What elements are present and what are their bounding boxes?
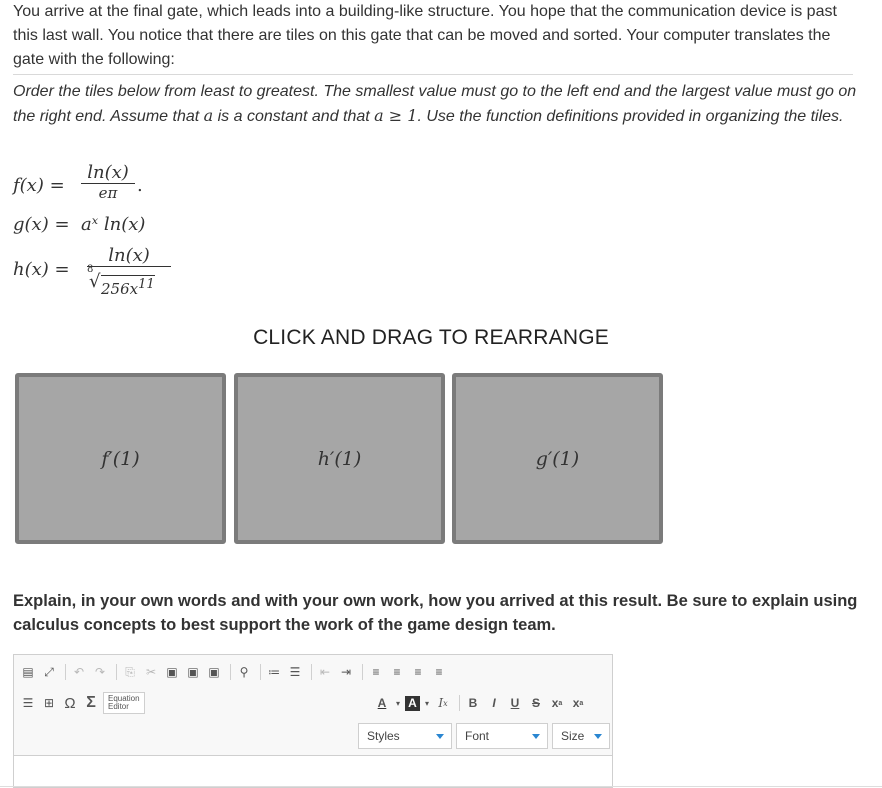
function-h: h(x) = ln(x) 8 √ 256x11 [13, 245, 213, 305]
toolbar-separator [116, 664, 117, 680]
divider [13, 74, 853, 75]
equation-editor-line-2: Editor [108, 702, 129, 711]
function-h-fraction: ln(x) 8 √ 256x11 [87, 245, 171, 298]
undo-icon[interactable]: ↶ [70, 663, 88, 681]
function-f-lhs: f(x) = [13, 175, 65, 196]
radicand-exponent: 11 [138, 277, 155, 292]
cut-icon[interactable]: ✂ [142, 663, 160, 681]
function-h-denominator: 8 √ 256x11 [87, 264, 171, 298]
subscript-icon[interactable]: xa [548, 694, 566, 712]
font-label: Font [465, 729, 490, 743]
redo-icon[interactable]: ↷ [91, 663, 109, 681]
instructions-paragraph: Order the tiles below from least to grea… [13, 80, 863, 129]
remove-format-icon[interactable]: Ix [434, 694, 452, 712]
function-f-denominator: eπ [98, 184, 118, 202]
instructions-text-3: . Use the function definitions provided … [417, 108, 844, 125]
radical-sign: √ [89, 271, 101, 292]
function-f: f(x) = ln(x) eπ . [13, 162, 213, 212]
paste-icon[interactable]: ▣ [163, 663, 181, 681]
function-g: g(x) = aˣ ln(x) [13, 214, 213, 240]
chevron-down-icon [594, 734, 602, 739]
tile-label: h′(1) [317, 447, 362, 470]
constant-condition: a ≥ 1 [374, 106, 418, 125]
table-icon[interactable]: ⊞ [40, 694, 58, 712]
maximize-icon[interactable]: ⤢ [40, 663, 58, 681]
styles-label: Styles [367, 729, 400, 743]
outdent-icon[interactable]: ⇤ [316, 663, 334, 681]
function-h-numerator: ln(x) [87, 245, 171, 267]
styles-dropdown[interactable]: Styles [358, 723, 452, 749]
special-char-icon[interactable]: Ω [61, 694, 79, 712]
page-bottom-border [0, 786, 882, 787]
tile-g-prime[interactable]: g′(1) [452, 373, 663, 544]
intro-paragraph: You arrive at the final gate, which lead… [13, 3, 837, 68]
function-f-numerator: ln(x) [81, 162, 135, 184]
align-left-icon[interactable]: ≡ [367, 663, 385, 681]
equation-editor-label: Equation Editor [108, 695, 140, 711]
radicand-base: 256x [101, 280, 139, 298]
paste-word-icon[interactable]: ▣ [205, 663, 223, 681]
horizontal-line-icon[interactable]: ☰ [19, 694, 37, 712]
justify-icon[interactable]: ≡ [430, 663, 448, 681]
size-dropdown[interactable]: Size [552, 723, 610, 749]
sigma-icon[interactable]: Σ [82, 694, 100, 712]
chevron-down-icon[interactable]: ▾ [423, 694, 431, 712]
explain-prompt: Explain, in your own words and with your… [13, 592, 858, 634]
constant-a: a [203, 106, 214, 125]
toolbar-separator [260, 664, 261, 680]
radicand: 256x11 [101, 275, 155, 298]
editor-text-area[interactable] [14, 755, 612, 787]
chevron-down-icon [436, 734, 444, 739]
toolbar-separator [311, 664, 312, 680]
function-f-fraction: ln(x) eπ [81, 162, 135, 202]
font-dropdown[interactable]: Font [456, 723, 548, 749]
function-g-rhs: aˣ ln(x) [81, 214, 146, 235]
find-icon[interactable]: ⚲ [235, 663, 253, 681]
toolbar-row-2-left: ☰ ⊞ Ω Σ Equation Editor [19, 692, 145, 714]
bulleted-list-icon[interactable]: ☰ [286, 663, 304, 681]
paste-text-icon[interactable]: ▣ [184, 663, 202, 681]
text-color-icon[interactable]: A [373, 694, 391, 712]
copy-icon[interactable]: ⎘ [121, 663, 139, 681]
size-label: Size [561, 729, 585, 743]
toolbar-row-2-right: A ▾ A ▾ Ix B I U S xa xa [373, 692, 590, 714]
align-right-icon[interactable]: ≡ [409, 663, 427, 681]
align-center-icon[interactable]: ≡ [388, 663, 406, 681]
indent-icon[interactable]: ⇥ [337, 663, 355, 681]
tile-label: g′(1) [535, 447, 580, 470]
function-g-lhs: g(x) = [13, 214, 70, 235]
drag-instructions-title: CLICK AND DRAG TO REARRANGE [253, 326, 609, 349]
chevron-down-icon [532, 734, 540, 739]
function-f-period: . [137, 175, 143, 196]
toolbar-separator [459, 695, 460, 711]
superscript-icon[interactable]: xa [569, 694, 587, 712]
bg-color-icon[interactable]: A [405, 695, 420, 711]
tile-f-prime[interactable]: f′(1) [15, 373, 226, 544]
toolbar-separator [65, 664, 66, 680]
toolbar-row-1: ▤ ⤢ ↶ ↷ ⎘ ✂ ▣ ▣ ▣ ⚲ ≔ ☰ ⇤ ⇥ ≡ ≡ ≡ ≡ [19, 661, 451, 683]
chevron-down-icon[interactable]: ▾ [394, 694, 402, 712]
tile-h-prime[interactable]: h′(1) [234, 373, 445, 544]
toolbar-separator [362, 664, 363, 680]
numbered-list-icon[interactable]: ≔ [265, 663, 283, 681]
bold-icon[interactable]: B [464, 694, 482, 712]
function-h-lhs: h(x) = [13, 259, 70, 280]
underline-icon[interactable]: U [506, 694, 524, 712]
tile-label: f′(1) [101, 447, 140, 470]
toolbar-separator [230, 664, 231, 680]
italic-icon[interactable]: I [485, 694, 503, 712]
source-icon[interactable]: ▤ [19, 663, 37, 681]
equation-editor-button[interactable]: Equation Editor [103, 692, 145, 714]
instructions-text-2: is a constant and that [213, 108, 375, 125]
strikethrough-icon[interactable]: S [527, 694, 545, 712]
